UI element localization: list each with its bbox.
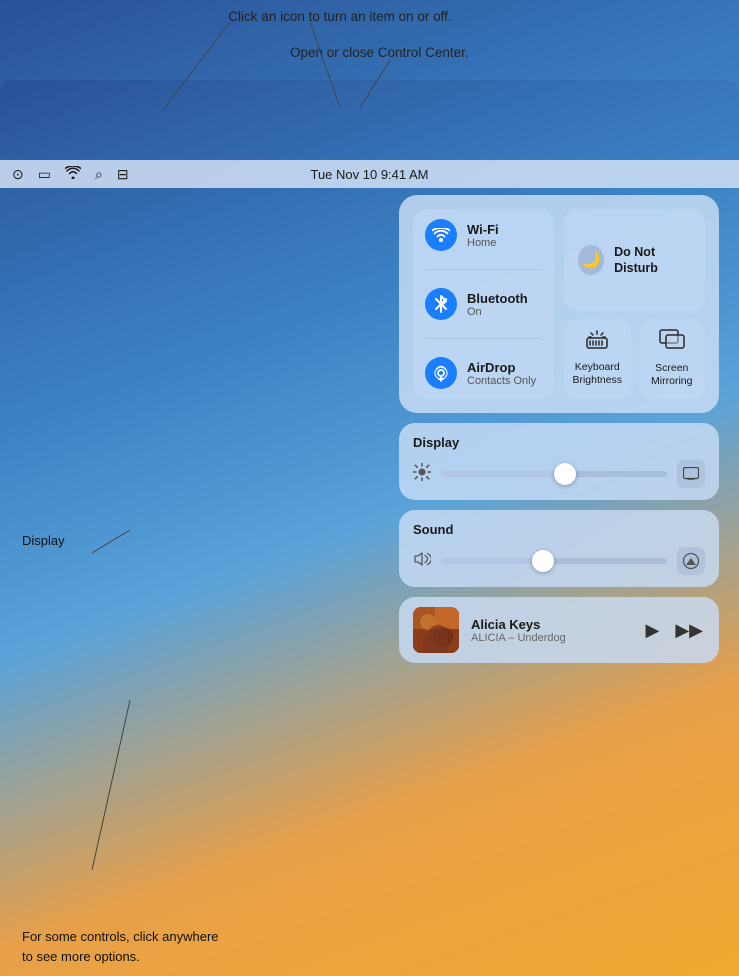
dnd-label: Do Not Disturb	[614, 244, 691, 277]
wifi-icon[interactable]	[65, 166, 81, 182]
menubar-left-icons: ⊙ ▭ ⌕ ⊟	[12, 166, 129, 183]
annotation-display-label: Display	[22, 532, 65, 550]
np-subtitle: ALICIA – Underdog	[471, 632, 631, 644]
airdrop-name: AirDrop	[467, 360, 536, 375]
display-slider-track[interactable]	[441, 471, 667, 477]
bluetooth-item[interactable]: Bluetooth On	[425, 288, 542, 320]
dnd-icon: 🌙	[578, 245, 604, 275]
connectivity-section: Wi-Fi Home Bluetooth On	[399, 195, 719, 413]
volume-icon	[413, 551, 431, 572]
battery-icon: ▭	[38, 166, 51, 183]
menubar: ⊙ ▭ ⌕ ⊟ Tue Nov 10 9:41 AM	[0, 160, 739, 188]
separator-2	[425, 338, 542, 339]
screen-mirroring-button[interactable]: Screen Mirroring	[639, 319, 706, 399]
bluetooth-text: Bluetooth On	[467, 291, 528, 318]
wifi-text: Wi-Fi Home	[467, 222, 499, 249]
display-slider-row	[413, 460, 705, 488]
search-icon[interactable]: ⌕	[95, 166, 103, 183]
sound-slider-thumb[interactable]	[532, 550, 554, 572]
annotation-bottom-tip: For some controls, click anywhere to see…	[22, 927, 222, 966]
screen-mirroring-label: Screen Mirroring	[647, 362, 698, 389]
sound-section: Sound	[399, 510, 719, 587]
now-playing-info: Alicia Keys ALICIA – Underdog	[471, 617, 631, 644]
play-icon[interactable]: ⊙	[12, 166, 24, 183]
bluetooth-toggle-icon[interactable]	[425, 288, 457, 320]
menubar-datetime: Tue Nov 10 9:41 AM	[310, 167, 428, 182]
control-center-icon[interactable]: ⊟	[117, 166, 129, 183]
sound-slider-row	[413, 547, 705, 575]
np-title: Alicia Keys	[471, 617, 631, 632]
wifi-item[interactable]: Wi-Fi Home	[425, 219, 542, 251]
dnd-button[interactable]: 🌙 Do Not Disturb	[564, 209, 705, 311]
sound-slider-fill	[441, 558, 543, 564]
control-center-panel: Wi-Fi Home Bluetooth On	[399, 195, 719, 663]
airdrop-item[interactable]: AirDrop Contacts Only	[425, 357, 542, 389]
bluetooth-name: Bluetooth	[467, 291, 528, 306]
keyboard-brightness-icon	[585, 330, 609, 356]
annotation-open-close: Open or close Control Center.	[290, 44, 630, 63]
wifi-name: Wi-Fi	[467, 222, 499, 237]
right-panel: 🌙 Do Not Disturb	[564, 209, 705, 399]
small-buttons: Keyboard Brightness Screen Mirroring	[564, 319, 705, 399]
airdrop-toggle-icon[interactable]	[425, 357, 457, 389]
display-section: Display	[399, 423, 719, 500]
bluetooth-sub: On	[467, 306, 528, 318]
display-slider-fill	[441, 471, 565, 477]
airdrop-text: AirDrop Contacts Only	[467, 360, 536, 387]
now-playing-controls: ▶ ▶▶	[643, 618, 705, 643]
album-art	[413, 607, 459, 653]
airdrop-sub: Contacts Only	[467, 375, 536, 387]
connectivity-panel: Wi-Fi Home Bluetooth On	[413, 209, 554, 399]
keyboard-brightness-label: Keyboard Brightness	[572, 361, 623, 388]
keyboard-brightness-button[interactable]: Keyboard Brightness	[564, 319, 631, 399]
display-end-icon[interactable]	[677, 460, 705, 488]
display-title: Display	[413, 435, 705, 450]
display-slider-thumb[interactable]	[554, 463, 576, 485]
airplay-icon[interactable]	[677, 547, 705, 575]
play-pause-button[interactable]: ▶	[643, 618, 661, 643]
brightness-icon	[413, 463, 431, 486]
screen-frame: ⊙ ▭ ⌕ ⊟ Tue Nov 10 9:41 AM	[0, 80, 739, 976]
separator-1	[425, 269, 542, 270]
annotation-click-icon: Click an icon to turn an item on or off.	[140, 8, 540, 27]
album-art-image	[413, 607, 459, 653]
sound-title: Sound	[413, 522, 705, 537]
wifi-sub: Home	[467, 237, 499, 249]
wifi-toggle-icon[interactable]	[425, 219, 457, 251]
skip-forward-button[interactable]: ▶▶	[673, 618, 705, 643]
sound-slider-track[interactable]	[441, 558, 667, 564]
now-playing-section[interactable]: Alicia Keys ALICIA – Underdog ▶ ▶▶	[399, 597, 719, 663]
screen-mirroring-icon	[659, 329, 685, 357]
